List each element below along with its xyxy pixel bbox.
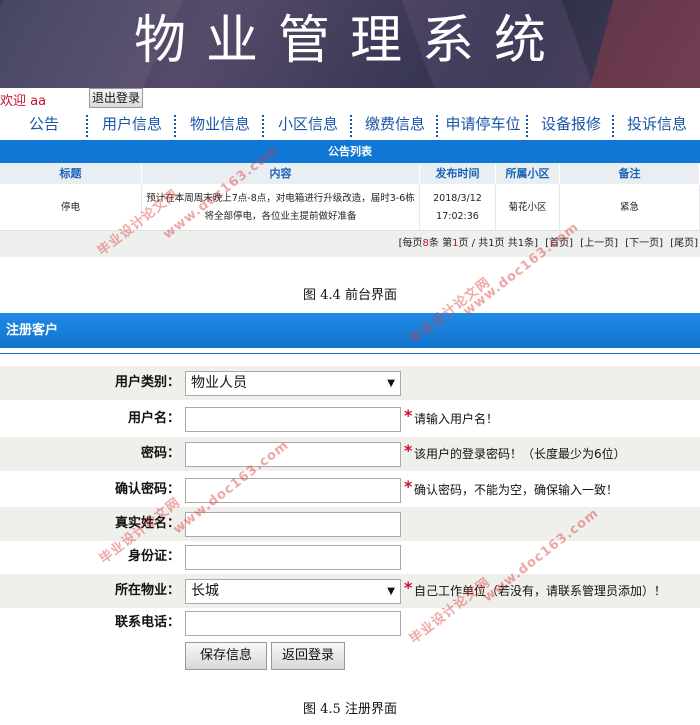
column-header: 标题 (0, 163, 142, 184)
notice-community-cell: 菊花小区 (496, 185, 560, 230)
notice-table-header: 标题 内容 发布时间 所属小区 备注 (0, 163, 700, 184)
notice-time-cell: 2018/3/12 17:02:36 (420, 185, 496, 230)
user-type-select[interactable]: 物业人员 ▼ (185, 371, 401, 396)
field-hint: 自己工作单位（若没有，请联系管理员添加）！ (414, 584, 667, 598)
dropdown-arrow-icon: ▼ (387, 378, 395, 389)
form-row-confirm-password: 确认密码： * 确认密码，不能为空，确保输入一致！ (0, 473, 700, 507)
column-header: 所属小区 (496, 163, 560, 184)
field-label: 确认密码： (114, 482, 180, 497)
pager-info: [每页8条 第1页 / 共1页 共1条] (398, 238, 538, 249)
nav-label: 申请停车位 (445, 115, 521, 133)
nav-label: 缴费信息 (364, 115, 425, 133)
nav-item-repair[interactable]: 设备报修 (528, 109, 614, 139)
select-value: 物业人员 (191, 375, 247, 391)
real-name-input[interactable] (185, 512, 401, 537)
notice-content-cell: 预计在本周周末晚上7点-8点，对电箱进行升级改造，届时3-6栋将全部停电，各位业… (142, 185, 420, 230)
nav-item-user-info[interactable]: 用户信息 (88, 109, 176, 139)
table-row[interactable]: 停电 预计在本周周末晚上7点-8点，对电箱进行升级改造，届时3-6栋将全部停电，… (0, 185, 700, 231)
form-row-real-name: 真实姓名： (0, 507, 700, 541)
pagination: [每页8条 第1页 / 共1页 共1条] [首页] [上一页] [下一页] [尾… (0, 231, 700, 257)
phone-input[interactable] (185, 611, 401, 636)
register-title: 注册客户 (0, 313, 700, 348)
nav-item-parking-apply[interactable]: 申请停车位 (438, 109, 528, 139)
pager-first-link[interactable]: [首页] (545, 238, 573, 249)
field-hint: 确认密码，不能为空，确保输入一致！ (414, 483, 619, 497)
header-banner: 物业管理系统 (0, 0, 700, 88)
nav-item-community-info[interactable]: 小区信息 (264, 109, 352, 139)
notice-list-title: 公告列表 (0, 140, 700, 163)
form-row-password: 密码： * 该用户的登录密码！（长度最少为6位） (0, 437, 700, 471)
form-row-user-type: 用户类别： 物业人员 ▼ (0, 366, 700, 400)
field-label: 真实姓名： (114, 516, 180, 531)
nav-label: 用户信息 (101, 115, 162, 133)
select-value: 长城 (191, 583, 219, 599)
field-label: 用户类别： (114, 375, 180, 390)
nav-item-payment-info[interactable]: 缴费信息 (352, 109, 438, 139)
form-row-phone: 联系电话： (0, 606, 700, 640)
nav-label: 物业信息 (189, 115, 250, 133)
column-header: 内容 (142, 163, 420, 184)
field-label: 用户名： (127, 411, 180, 426)
divider (0, 353, 700, 354)
figure-caption: 图 4.5 注册界面 (303, 702, 397, 717)
nav-label: 设备报修 (540, 115, 601, 133)
field-label: 密码： (140, 446, 180, 461)
field-label: 所在物业： (114, 583, 180, 598)
field-label: 联系电话： (114, 615, 180, 630)
field-label: 身份证： (127, 549, 180, 564)
dropdown-arrow-icon: ▼ (387, 586, 395, 597)
pager-last-link[interactable]: [尾页] (670, 238, 698, 249)
nav-label: 小区信息 (277, 115, 338, 133)
notice-title-cell: 停电 (0, 185, 142, 230)
save-button[interactable]: 保存信息 (185, 642, 267, 670)
column-header: 备注 (560, 163, 700, 184)
form-row-id-card: 身份证： (0, 540, 700, 574)
nav-label: 公告 (28, 115, 59, 133)
system-title: 物业管理系统 (133, 11, 566, 71)
required-mark: * (404, 578, 413, 597)
required-mark: * (404, 406, 413, 425)
pager-prev-link[interactable]: [上一页] (580, 238, 618, 249)
nav-item-complaint[interactable]: 投诉信息 (614, 109, 700, 139)
required-mark: * (404, 477, 413, 496)
column-header: 发布时间 (420, 163, 496, 184)
form-row-property: 所在物业： 长城 ▼ * 自己工作单位（若没有，请联系管理员添加）！ (0, 574, 700, 608)
required-mark: * (404, 441, 413, 460)
pager-next-link[interactable]: [下一页] (625, 238, 663, 249)
password-input[interactable] (185, 442, 401, 467)
welcome-text: 欢迎 aa (0, 94, 47, 109)
field-hint: 该用户的登录密码！（长度最少为6位） (414, 447, 626, 461)
logout-button[interactable]: 退出登录 (89, 88, 143, 108)
id-card-input[interactable] (185, 545, 401, 570)
field-hint: 请输入用户名！ (414, 412, 499, 426)
back-to-login-button[interactable]: 返回登录 (271, 642, 345, 670)
property-select[interactable]: 长城 ▼ (185, 579, 401, 604)
notice-remark-cell: 紧急 (560, 185, 700, 230)
nav-item-notice[interactable]: 公告 (0, 109, 88, 139)
nav-label: 投诉信息 (626, 115, 687, 133)
username-input[interactable] (185, 407, 401, 432)
form-row-username: 用户名： * 请输入用户名！ (0, 402, 700, 436)
confirm-password-input[interactable] (185, 478, 401, 503)
nav-item-property-info[interactable]: 物业信息 (176, 109, 264, 139)
main-nav: 公告 用户信息 物业信息 小区信息 缴费信息 申请停车位 设备报修 投诉信息 (0, 109, 700, 139)
figure-caption: 图 4.4 前台界面 (303, 288, 397, 303)
